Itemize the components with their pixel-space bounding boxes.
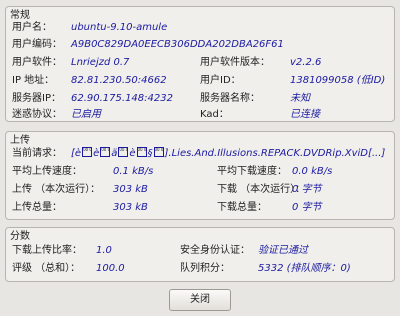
upload-group-title: 上传: [10, 135, 30, 146]
down-total-label: 下载总量：: [217, 202, 267, 213]
request-mid-4: §: [147, 148, 153, 159]
missing-glyph-icon: 00 00: [153, 147, 164, 157]
user-id-label: 用户ID：: [200, 75, 241, 86]
username-value: ubuntu-9.10-amule: [71, 22, 168, 33]
missing-glyph-icon: 00 00: [136, 147, 147, 157]
secure-id-value: 验证已通过: [258, 245, 308, 256]
software-label: 用户软件：: [12, 57, 62, 68]
general-group: 常规 用户名： ubuntu-9.10-amule 用户编码： A9B0C829…: [5, 6, 395, 122]
missing-glyph-icon: 00 00: [100, 147, 111, 157]
rating-label: 评级 （总和）：: [12, 263, 81, 274]
general-group-title: 常规: [10, 10, 30, 21]
user-hash-label: 用户编码：: [12, 39, 62, 50]
ratio-value: 1.0: [96, 245, 112, 256]
server-name-label: 服务器名称：: [200, 93, 260, 104]
request-mid-1: è: [93, 148, 100, 159]
user-hash-value: A9B0C829DA0EECB306DDA202DBA26F61: [71, 39, 284, 50]
close-button[interactable]: 关闭: [169, 289, 231, 311]
software-version-value: v2.2.6: [290, 57, 322, 68]
software-value: Lnriejzd 0.7: [71, 57, 130, 68]
queue-value: 5332 (排队顺序：0): [258, 263, 351, 274]
queue-label: 队列积分：: [180, 263, 230, 274]
score-group: 分数 下载上传比率： 1.0 安全身份认证： 验证已通过 评级 （总和）： 10…: [5, 227, 395, 282]
missing-glyph-icon: 00 00: [118, 147, 129, 157]
username-label: 用户名：: [12, 22, 52, 33]
server-ip-label: 服务器IP：: [12, 93, 61, 104]
current-request-value: [è00 00è00 00ä00 00è00 00§00 00].Lies.An…: [71, 146, 385, 161]
software-version-label: 用户软件版本：: [200, 57, 270, 68]
current-request-label: 当前请求：: [12, 148, 62, 159]
request-mid-3: è: [129, 148, 136, 159]
avg-down-value: 0.0 kB/s: [292, 166, 333, 177]
server-name-value: 未知: [290, 93, 310, 104]
down-total-value: 0 字节: [292, 202, 322, 213]
ip-label: IP 地址：: [12, 75, 55, 86]
down-session-value: 0 字节: [292, 184, 322, 195]
up-session-value: 303 kB: [113, 184, 148, 195]
up-total-label: 上传总量：: [12, 202, 62, 213]
up-total-value: 303 kB: [113, 202, 148, 213]
ip-value: 82.81.230.50:4662: [71, 75, 167, 86]
avg-down-label: 平均下载速度：: [217, 166, 287, 177]
up-session-label: 上传 （本次运行）：: [12, 184, 101, 195]
avg-up-label: 平均上传速度：: [12, 166, 82, 177]
avg-up-value: 0.1 kB/s: [113, 166, 154, 177]
obfuscation-value: 已启用: [71, 109, 101, 120]
upload-group: 上传 当前请求： [è00 00è00 00ä00 00è00 00§00 00…: [5, 131, 395, 220]
kad-label: Kad：: [200, 109, 229, 120]
request-suffix: ].Lies.And.Illusions.REPACK.DVDRip.XviD[…: [164, 148, 386, 159]
request-mid-2: ä: [111, 148, 118, 159]
server-ip-value: 62.90.175.148:4232: [71, 93, 173, 104]
secure-id-label: 安全身份认证：: [180, 245, 250, 256]
kad-value: 已连接: [290, 109, 320, 120]
obfuscation-label: 迷惑协议：: [12, 109, 62, 120]
user-id-value: 1381099058 (低ID): [290, 75, 386, 86]
rating-value: 100.0: [96, 263, 125, 274]
request-prefix: [è: [71, 148, 82, 159]
ratio-label: 下载上传比率：: [12, 245, 82, 256]
missing-glyph-icon: 00 00: [82, 147, 93, 157]
score-group-title: 分数: [10, 231, 30, 242]
